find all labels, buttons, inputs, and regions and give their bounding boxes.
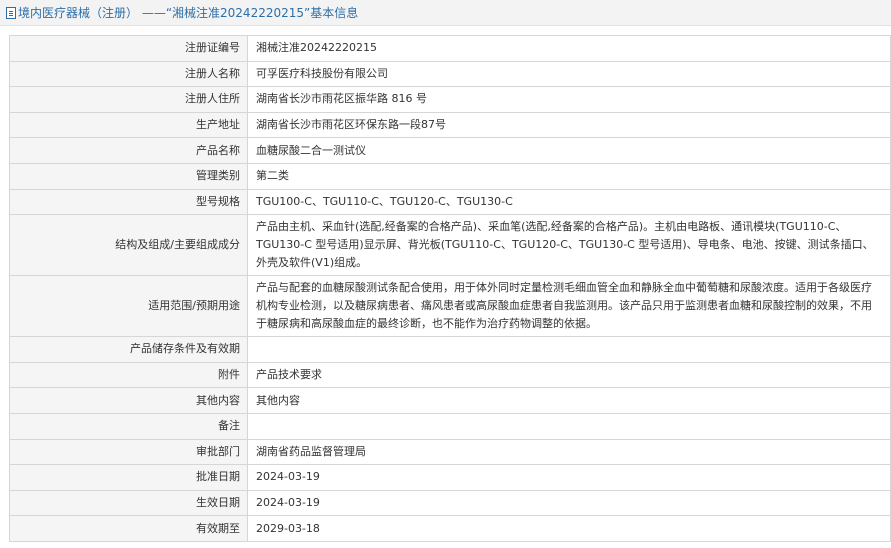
table-row: 其他内容 其他内容 <box>9 387 891 414</box>
row-label: 附件 <box>9 361 248 389</box>
row-value: 第二类 <box>247 162 891 190</box>
row-value <box>247 412 891 440</box>
table-row: 注册人住所 湖南省长沙市雨花区振华路 816 号 <box>9 86 891 113</box>
table-row: 管理类别 第二类 <box>9 162 891 190</box>
row-label: 管理类别 <box>9 162 248 190</box>
row-value: 产品与配套的血糖尿酸测试条配合使用，用于体外同时定量检测毛细血管全血和静脉全血中… <box>247 275 891 338</box>
row-value: 湖南省长沙市雨花区环保东路一段87号 <box>247 111 891 139</box>
row-label: 产品名称 <box>9 137 248 164</box>
table-row: 有效期至 2029-03-18 <box>9 515 891 542</box>
row-value: 可孚医疗科技股份有限公司 <box>247 60 891 88</box>
table-row: 生效日期 2024-03-19 <box>9 489 891 517</box>
row-label: 批准日期 <box>9 464 248 491</box>
row-value: 湖南省长沙市雨花区振华路 816 号 <box>247 86 891 113</box>
table-row: 附件 产品技术要求 <box>9 361 891 389</box>
row-label: 审批部门 <box>9 438 248 466</box>
table-row: 产品名称 血糖尿酸二合一测试仪 <box>9 137 891 164</box>
row-value: TGU100-C、TGU110-C、TGU120-C、TGU130-C <box>247 188 891 216</box>
row-value: 血糖尿酸二合一测试仪 <box>247 137 891 164</box>
row-value <box>247 336 891 363</box>
row-label: 结构及组成/主要组成成分 <box>9 214 248 277</box>
info-table: 注册证编号 湘械注准20242220215 注册人名称 可孚医疗科技股份有限公司 注… <box>9 35 891 542</box>
row-label: 生产地址 <box>9 111 248 139</box>
row-label: 注册人住所 <box>9 86 248 113</box>
row-label: 其他内容 <box>9 387 248 414</box>
table-row: 适用范围/预期用途 产品与配套的血糖尿酸测试条配合使用，用于体外同时定量检测毛细血… <box>9 275 891 338</box>
table-row: 注册证编号 湘械注准20242220215 <box>9 35 891 62</box>
table-row: 批准日期 2024-03-19 <box>9 464 891 491</box>
row-label: 适用范围/预期用途 <box>9 275 248 338</box>
page-title: 境内医疗器械（注册） ——“湘械注准20242220215”基本信息 <box>18 6 359 20</box>
table-row: 注册人名称 可孚医疗科技股份有限公司 <box>9 60 891 88</box>
table-row: 生产地址 湖南省长沙市雨花区环保东路一段87号 <box>9 111 891 139</box>
table-row: 结构及组成/主要组成成分 产品由主机、采血针(选配,经备案的合格产品)、采血笔(选… <box>9 214 891 277</box>
info-table-container: 注册证编号 湘械注准20242220215 注册人名称 可孚医疗科技股份有限公司 注… <box>9 35 891 542</box>
row-value: 2029-03-18 <box>247 515 891 542</box>
row-value: 其他内容 <box>247 387 891 414</box>
row-label: 备注 <box>9 412 248 440</box>
row-label: 注册证编号 <box>9 35 248 62</box>
row-label: 有效期至 <box>9 515 248 542</box>
page-header: 境内医疗器械（注册） ——“湘械注准20242220215”基本信息 <box>0 0 891 26</box>
row-value: 产品技术要求 <box>247 361 891 389</box>
row-label: 注册人名称 <box>9 60 248 88</box>
table-row: 产品储存条件及有效期 <box>9 336 891 363</box>
row-label: 产品储存条件及有效期 <box>9 336 248 363</box>
table-row: 型号规格 TGU100-C、TGU110-C、TGU120-C、TGU130-C <box>9 188 891 216</box>
row-value: 产品由主机、采血针(选配,经备案的合格产品)、采血笔(选配,经备案的合格产品)。… <box>247 214 891 277</box>
table-row: 审批部门 湖南省药品监督管理局 <box>9 438 891 466</box>
row-value: 2024-03-19 <box>247 489 891 517</box>
row-label: 生效日期 <box>9 489 248 517</box>
row-value: 湘械注准20242220215 <box>247 35 891 62</box>
row-value: 湖南省药品监督管理局 <box>247 438 891 466</box>
row-value: 2024-03-19 <box>247 464 891 491</box>
document-icon <box>6 6 16 19</box>
table-row: 备注 <box>9 412 891 440</box>
row-label: 型号规格 <box>9 188 248 216</box>
